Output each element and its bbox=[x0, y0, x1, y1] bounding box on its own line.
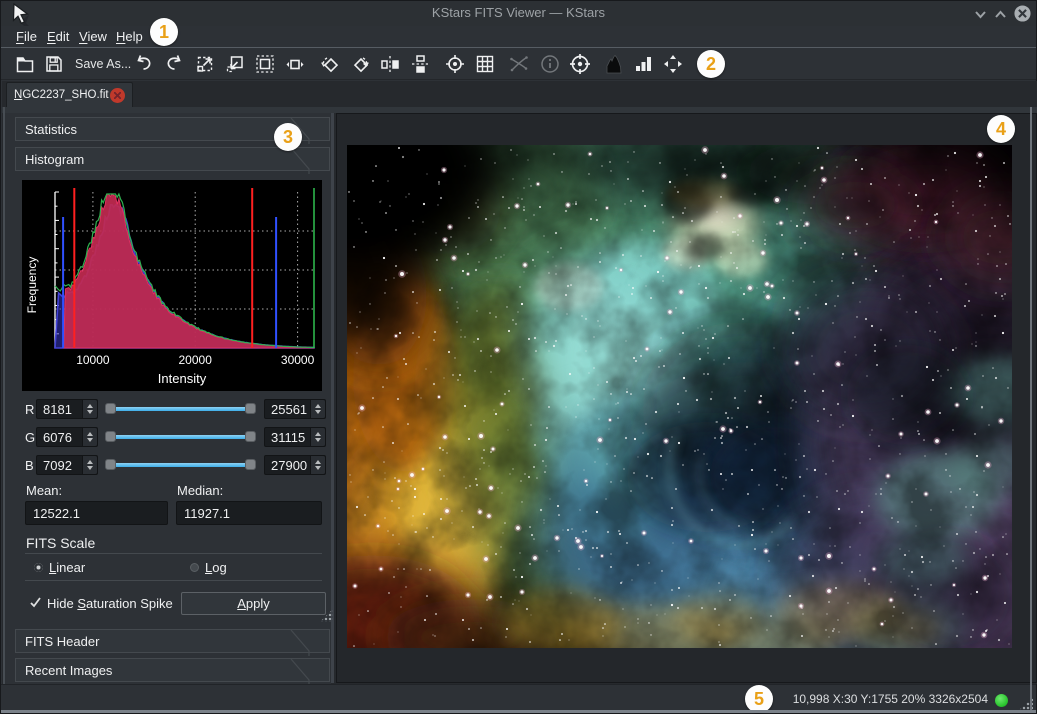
svg-text:Intensity: Intensity bbox=[158, 371, 207, 386]
svg-text:20000: 20000 bbox=[179, 353, 213, 367]
svg-text:30000: 30000 bbox=[281, 353, 315, 367]
svg-text:10000: 10000 bbox=[76, 353, 110, 367]
svg-text:Frequency: Frequency bbox=[25, 257, 39, 314]
